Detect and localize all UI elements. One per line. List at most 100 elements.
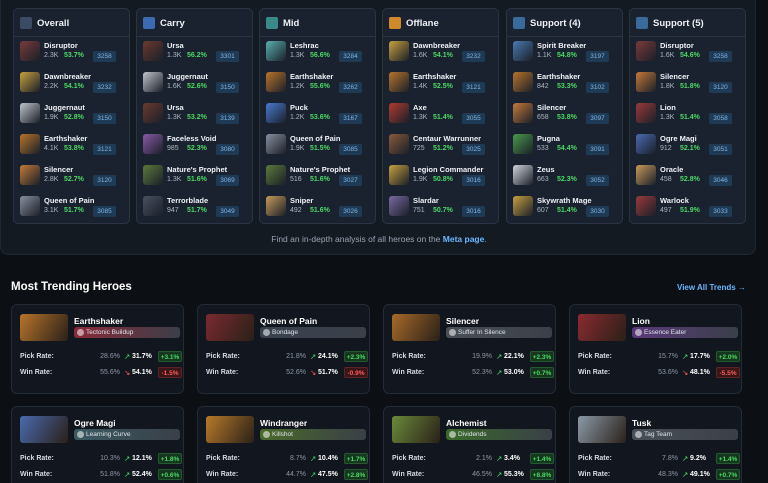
hero-name: Zeus	[537, 165, 555, 174]
hero-games-count: 1.6K	[413, 52, 428, 59]
hero-row[interactable]: Leshrac 1.3K 56.6% 3284	[266, 41, 372, 67]
hero-row[interactable]: Earthshaker 4.1K 53.8% 3121	[20, 134, 126, 160]
hero-winrate: 56.6%	[310, 52, 330, 59]
hero-winrate: 51.9%	[680, 207, 700, 214]
trending-hero-card[interactable]: Lion Essence Eater Pick Rate: 15.7% ↗ 17.7% +2…	[569, 304, 742, 394]
role-header[interactable]: Mid	[266, 15, 299, 31]
hero-games-count: 458	[660, 176, 672, 183]
hero-row[interactable]: Ursa 1.3K 53.2% 3139	[143, 103, 249, 129]
hero-row[interactable]: Legion Commander 1.9K 50.8% 3016	[389, 165, 495, 191]
hero-winrate: 52.8%	[64, 114, 84, 121]
hero-row[interactable]: Disruptor 2.3K 53.7% 3258	[20, 41, 126, 67]
meta-page-link[interactable]: Meta page	[443, 234, 485, 244]
pick-rate-previous: 8.7%	[290, 455, 306, 462]
hero-row[interactable]: Pugna 533 54.4% 3091	[513, 134, 619, 160]
hero-row[interactable]: Warlock 497 51.9% 3033	[636, 196, 742, 222]
hero-winrate: 51.2%	[433, 145, 453, 152]
win-rate-delta-badge: +8.8%	[530, 469, 554, 480]
trending-hero-card[interactable]: Windranger Killshot Pick Rate: 8.7% ↗ 10.4% +1…	[197, 406, 370, 483]
trending-hero-card[interactable]: Tusk Tag Team Pick Rate: 7.8% ↗ 9.2% +1.4% Win …	[569, 406, 742, 483]
hero-row[interactable]: Dawnbreaker 2.2K 54.1% 3232	[20, 72, 126, 98]
hero-row[interactable]: Queen of Pain 3.1K 51.7% 3085	[20, 196, 126, 222]
hero-name: Dawnbreaker	[44, 72, 92, 81]
win-rate-delta-badge: +0.7%	[530, 367, 554, 378]
trending-hero-card[interactable]: Earthshaker Tectonic Buildup Pick Rate: 28.…	[11, 304, 184, 394]
hero-row[interactable]: Spirit Breaker 1.1K 54.8% 3197	[513, 41, 619, 67]
role-header[interactable]: Offlane	[389, 15, 439, 31]
hero-row[interactable]: Queen of Pain 1.9K 51.5% 3085	[266, 134, 372, 160]
hero-row[interactable]: Oracle 458 52.8% 3046	[636, 165, 742, 191]
hero-games-count: 751	[413, 207, 425, 214]
trend-up-arrow-icon: ↗	[682, 454, 689, 463]
hero-row[interactable]: Disruptor 1.6K 54.6% 3258	[636, 41, 742, 67]
trending-hero-card[interactable]: Queen of Pain Bondage Pick Rate: 21.8% ↗ 24.1…	[197, 304, 370, 394]
hero-games-count: 1.2K	[290, 114, 305, 121]
hero-games-count: 607	[537, 207, 549, 214]
hero-rank-badge: 3167	[339, 113, 362, 124]
hero-row[interactable]: Slardar 751 50.7% 3016	[389, 196, 495, 222]
trending-hero-card[interactable]: Alchemist Dividends Pick Rate: 2.1% ↗ 3.4% +1.…	[383, 406, 556, 483]
hero-row[interactable]: Silencer 2.8K 52.7% 3120	[20, 165, 126, 191]
hero-portrait	[636, 41, 656, 61]
win-rate-row: Win Rate: 46.5% ↗ 55.3% +8.8%	[392, 469, 554, 481]
pick-rate-label: Pick Rate:	[20, 455, 54, 462]
hero-games-count: 658	[537, 114, 549, 121]
win-rate-delta-badge: -1.5%	[158, 367, 182, 378]
hero-name: Slardar	[413, 196, 439, 205]
win-rate-current: 51.7%	[318, 369, 338, 376]
hero-row[interactable]: Sniper 492 51.6% 3026	[266, 196, 372, 222]
role-divider	[507, 36, 622, 37]
hero-row[interactable]: Centaur Warrunner 725 51.2% 3025	[389, 134, 495, 160]
hero-winrate: 53.3%	[557, 83, 577, 90]
hero-row[interactable]: Terrorblade 947 51.7% 3049	[143, 196, 249, 222]
hero-name: Warlock	[660, 196, 689, 205]
role-header[interactable]: Carry	[143, 15, 185, 31]
trending-hero-card[interactable]: Ogre Magi Learning Curve Pick Rate: 10.3% ↗ 1…	[11, 406, 184, 483]
hero-row[interactable]: Earthshaker 842 53.3% 3102	[513, 72, 619, 98]
win-rate-label: Win Rate:	[20, 471, 53, 478]
hero-row[interactable]: Ogre Magi 912 52.1% 3051	[636, 134, 742, 160]
hero-row[interactable]: Zeus 663 52.3% 3052	[513, 165, 619, 191]
hero-row[interactable]: Faceless Void 985 52.3% 3080	[143, 134, 249, 160]
hero-row[interactable]: Dawnbreaker 1.6K 54.1% 3232	[389, 41, 495, 67]
hero-row[interactable]: Puck 1.2K 53.6% 3167	[266, 103, 372, 129]
hero-games-count: 1.3K	[167, 52, 182, 59]
hero-name: Leshrac	[290, 41, 319, 50]
role-header[interactable]: Support (5)	[636, 15, 704, 31]
view-all-trends-link[interactable]: View All Trends →	[677, 283, 746, 292]
win-rate-row: Win Rate: 53.6% ↘ 48.1% -5.5%	[578, 367, 740, 379]
pick-rate-label: Pick Rate:	[20, 353, 54, 360]
hero-winrate: 51.8%	[680, 83, 700, 90]
role-header[interactable]: Support (4)	[513, 15, 581, 31]
role-header[interactable]: Overall	[20, 15, 69, 31]
hero-games-count: 985	[167, 145, 179, 152]
hero-name: Centaur Warrunner	[413, 134, 482, 143]
hero-row[interactable]: Axe 1.3K 51.4% 3055	[389, 103, 495, 129]
hero-winrate: 53.6%	[310, 114, 330, 121]
pick-rate-delta-badge: +2.3%	[344, 351, 368, 362]
facet-tag-label: Killshot	[272, 431, 293, 438]
hero-row[interactable]: Nature's Prophet 516 51.6% 3027	[266, 165, 372, 191]
win-rate-current: 48.1%	[690, 369, 710, 376]
hero-rank-badge: 3027	[339, 175, 362, 186]
trending-hero-card[interactable]: Silencer Suffer In Silence Pick Rate: 19.9%…	[383, 304, 556, 394]
hero-portrait	[143, 72, 163, 92]
hero-row[interactable]: Juggernaut 1.6K 52.6% 3150	[143, 72, 249, 98]
hero-row[interactable]: Lion 1.3K 51.4% 3058	[636, 103, 742, 129]
hero-row[interactable]: Earthshaker 1.2K 55.6% 3262	[266, 72, 372, 98]
trend-up-arrow-icon: ↗	[124, 352, 131, 361]
hero-row[interactable]: Ursa 1.3K 56.2% 3301	[143, 41, 249, 67]
hero-portrait	[266, 72, 286, 92]
hero-row[interactable]: Juggernaut 1.9K 52.8% 3150	[20, 103, 126, 129]
hero-row[interactable]: Silencer 1.8K 51.8% 3120	[636, 72, 742, 98]
hero-row[interactable]: Earthshaker 1.4K 52.5% 3121	[389, 72, 495, 98]
hero-games-count: 516	[290, 176, 302, 183]
pick-rate-delta-badge: +1.8%	[158, 453, 182, 464]
pick-rate-row: Pick Rate: 2.1% ↗ 3.4% +1.4%	[392, 453, 554, 465]
hero-row[interactable]: Silencer 658 53.8% 3097	[513, 103, 619, 129]
hero-row[interactable]: Nature's Prophet 1.3K 51.6% 3069	[143, 165, 249, 191]
role-column: Offlane Dawnbreaker 1.6K 54.1% 3232 Earthshak…	[382, 8, 499, 224]
hero-winrate: 51.7%	[64, 207, 84, 214]
hero-row[interactable]: Skywrath Mage 607 51.4% 3030	[513, 196, 619, 222]
facet-tag-label: Bondage	[272, 329, 299, 336]
